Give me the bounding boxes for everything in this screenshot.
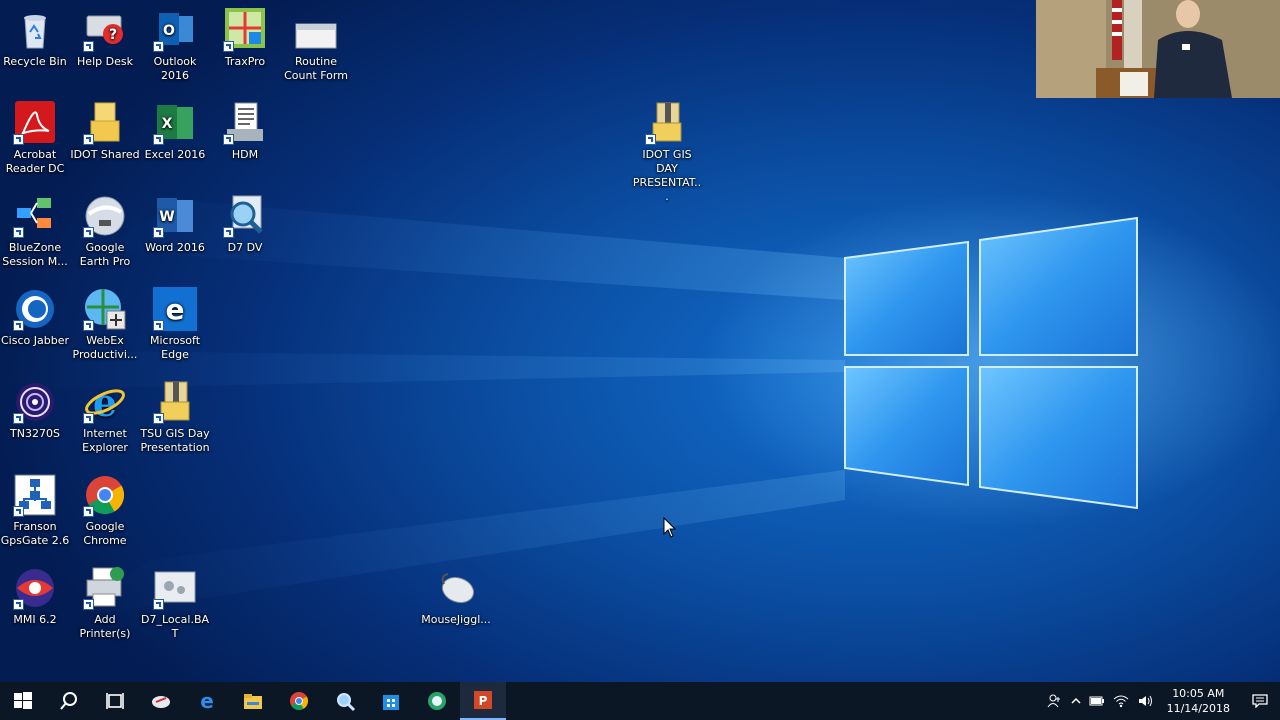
file-explorer-icon — [244, 694, 262, 709]
chrome-icon — [290, 692, 309, 711]
taskbar-edge[interactable]: e — [184, 682, 230, 720]
desktop-icon-mousejiggler[interactable]: MouseJiggl... — [421, 566, 491, 627]
desktop-icon-add-printers[interactable]: Add Printer(s) — [70, 566, 140, 641]
desktop-icon-microsoft-edge[interactable]: e Microsoft Edge — [140, 287, 210, 362]
taskbar-chrome[interactable] — [276, 682, 322, 720]
recycle-bin-icon — [24, 15, 46, 49]
magnifier-icon — [337, 693, 356, 712]
desktop-icon-idot-shared[interactable]: IDOT Shared — [70, 101, 140, 162]
clock-date: 11/14/2018 — [1166, 702, 1230, 715]
svg-text:P: P — [479, 694, 488, 708]
desktop-icon-franson-gpsgate[interactable]: Franson GpsGate 2.6 — [0, 473, 70, 548]
taskbar-snipping-tool[interactable] — [138, 682, 184, 720]
desktop-icon-webex[interactable]: WebEx Productivi... — [70, 287, 140, 362]
svg-text:?: ? — [109, 27, 117, 43]
svg-text:X: X — [162, 116, 173, 132]
svg-text:e: e — [200, 690, 214, 712]
task-view-button[interactable] — [92, 682, 138, 720]
desktop-icon-mmi[interactable]: MMI 6.2 — [0, 566, 70, 627]
desktop-icon-hdm[interactable]: HDM — [210, 101, 280, 162]
desktop-icon-traxpro[interactable]: TraxPro — [210, 8, 280, 69]
desktop-icon-cisco-jabber[interactable]: Cisco Jabber — [0, 287, 70, 348]
edge-icon: e — [200, 690, 214, 712]
system-tray: 10:05 AM 11/14/2018 — [1043, 682, 1280, 720]
mouse-icon — [441, 573, 475, 604]
presenter-webcam-overlay — [1036, 0, 1280, 98]
desktop-icon-bluezone[interactable]: BlueZone Session M... — [0, 194, 70, 269]
taskbar-store[interactable] — [368, 682, 414, 720]
desktop-icon-excel[interactable]: X Excel 2016 — [140, 101, 210, 162]
taskbar-magnifier-app[interactable] — [322, 682, 368, 720]
desktop-icon-acrobat-reader[interactable]: Acrobat Reader DC — [0, 101, 70, 176]
store-icon — [383, 695, 399, 710]
search-button[interactable] — [46, 682, 92, 720]
svg-text:e: e — [93, 380, 117, 424]
snipping-tool-icon — [152, 696, 170, 708]
desktop-icon-help-desk[interactable]: ? Help Desk — [70, 8, 140, 69]
desktop-icon-word[interactable]: W Word 2016 — [140, 194, 210, 255]
chevron-up-icon — [1071, 697, 1081, 704]
svg-text:O: O — [163, 23, 175, 39]
desktop-icon-idot-gis-day-presentation[interactable]: IDOT GIS DAY PRESENTAT... — [632, 101, 702, 204]
taskbar-app[interactable] — [414, 682, 460, 720]
people-icon — [1047, 694, 1060, 708]
desktop-icon-d7-local-bat[interactable]: D7_Local.BAT — [140, 566, 210, 641]
taskbar-file-explorer[interactable] — [230, 682, 276, 720]
show-hidden-icons-button[interactable] — [1067, 682, 1085, 720]
action-center-button[interactable] — [1240, 682, 1280, 720]
svg-text:W: W — [159, 209, 174, 225]
task-view-icon — [106, 693, 124, 709]
search-icon — [60, 692, 77, 710]
battery-indicator[interactable] — [1085, 682, 1109, 720]
form-icon — [295, 23, 337, 49]
desktop-icon-google-chrome[interactable]: Google Chrome — [70, 473, 140, 548]
start-button[interactable] — [0, 682, 46, 720]
powerpoint-icon: P — [474, 691, 492, 709]
svg-text:e: e — [166, 293, 185, 326]
people-button[interactable] — [1043, 682, 1067, 720]
taskbar-powerpoint[interactable]: P — [460, 682, 506, 720]
network-icon — [1113, 695, 1128, 708]
action-center-icon — [1252, 694, 1268, 708]
network-indicator[interactable] — [1109, 682, 1133, 720]
desktop-icon-d7-dv[interactable]: D7 DV — [210, 194, 280, 255]
volume-icon — [1138, 695, 1152, 707]
desktop-icon-tsu-gis-day-presentation[interactable]: TSU GIS Day Presentation — [140, 380, 210, 455]
clock-time: 10:05 AM — [1172, 687, 1225, 700]
desktop-icon-outlook[interactable]: O Outlook 2016 — [140, 8, 210, 83]
battery-icon — [1089, 696, 1104, 706]
taskbar-clock[interactable]: 10:05 AM 11/14/2018 — [1157, 686, 1240, 716]
desktop-icon-recycle-bin[interactable]: Recycle Bin — [0, 8, 70, 69]
desktop-icon-routine-count-form[interactable]: Routine Count Form — [281, 8, 351, 83]
desktop-icon-tn3270s[interactable]: TN3270S — [0, 380, 70, 441]
start-icon — [14, 692, 32, 709]
desktop-icon-google-earth-pro[interactable]: Google Earth Pro — [70, 194, 140, 269]
desktop-icon-internet-explorer[interactable]: e Internet Explorer — [70, 380, 140, 455]
taskbar: e P 10:05 AM 11/14/2018 — [0, 682, 1280, 720]
app-icon — [428, 692, 446, 710]
volume-control[interactable] — [1133, 682, 1157, 720]
